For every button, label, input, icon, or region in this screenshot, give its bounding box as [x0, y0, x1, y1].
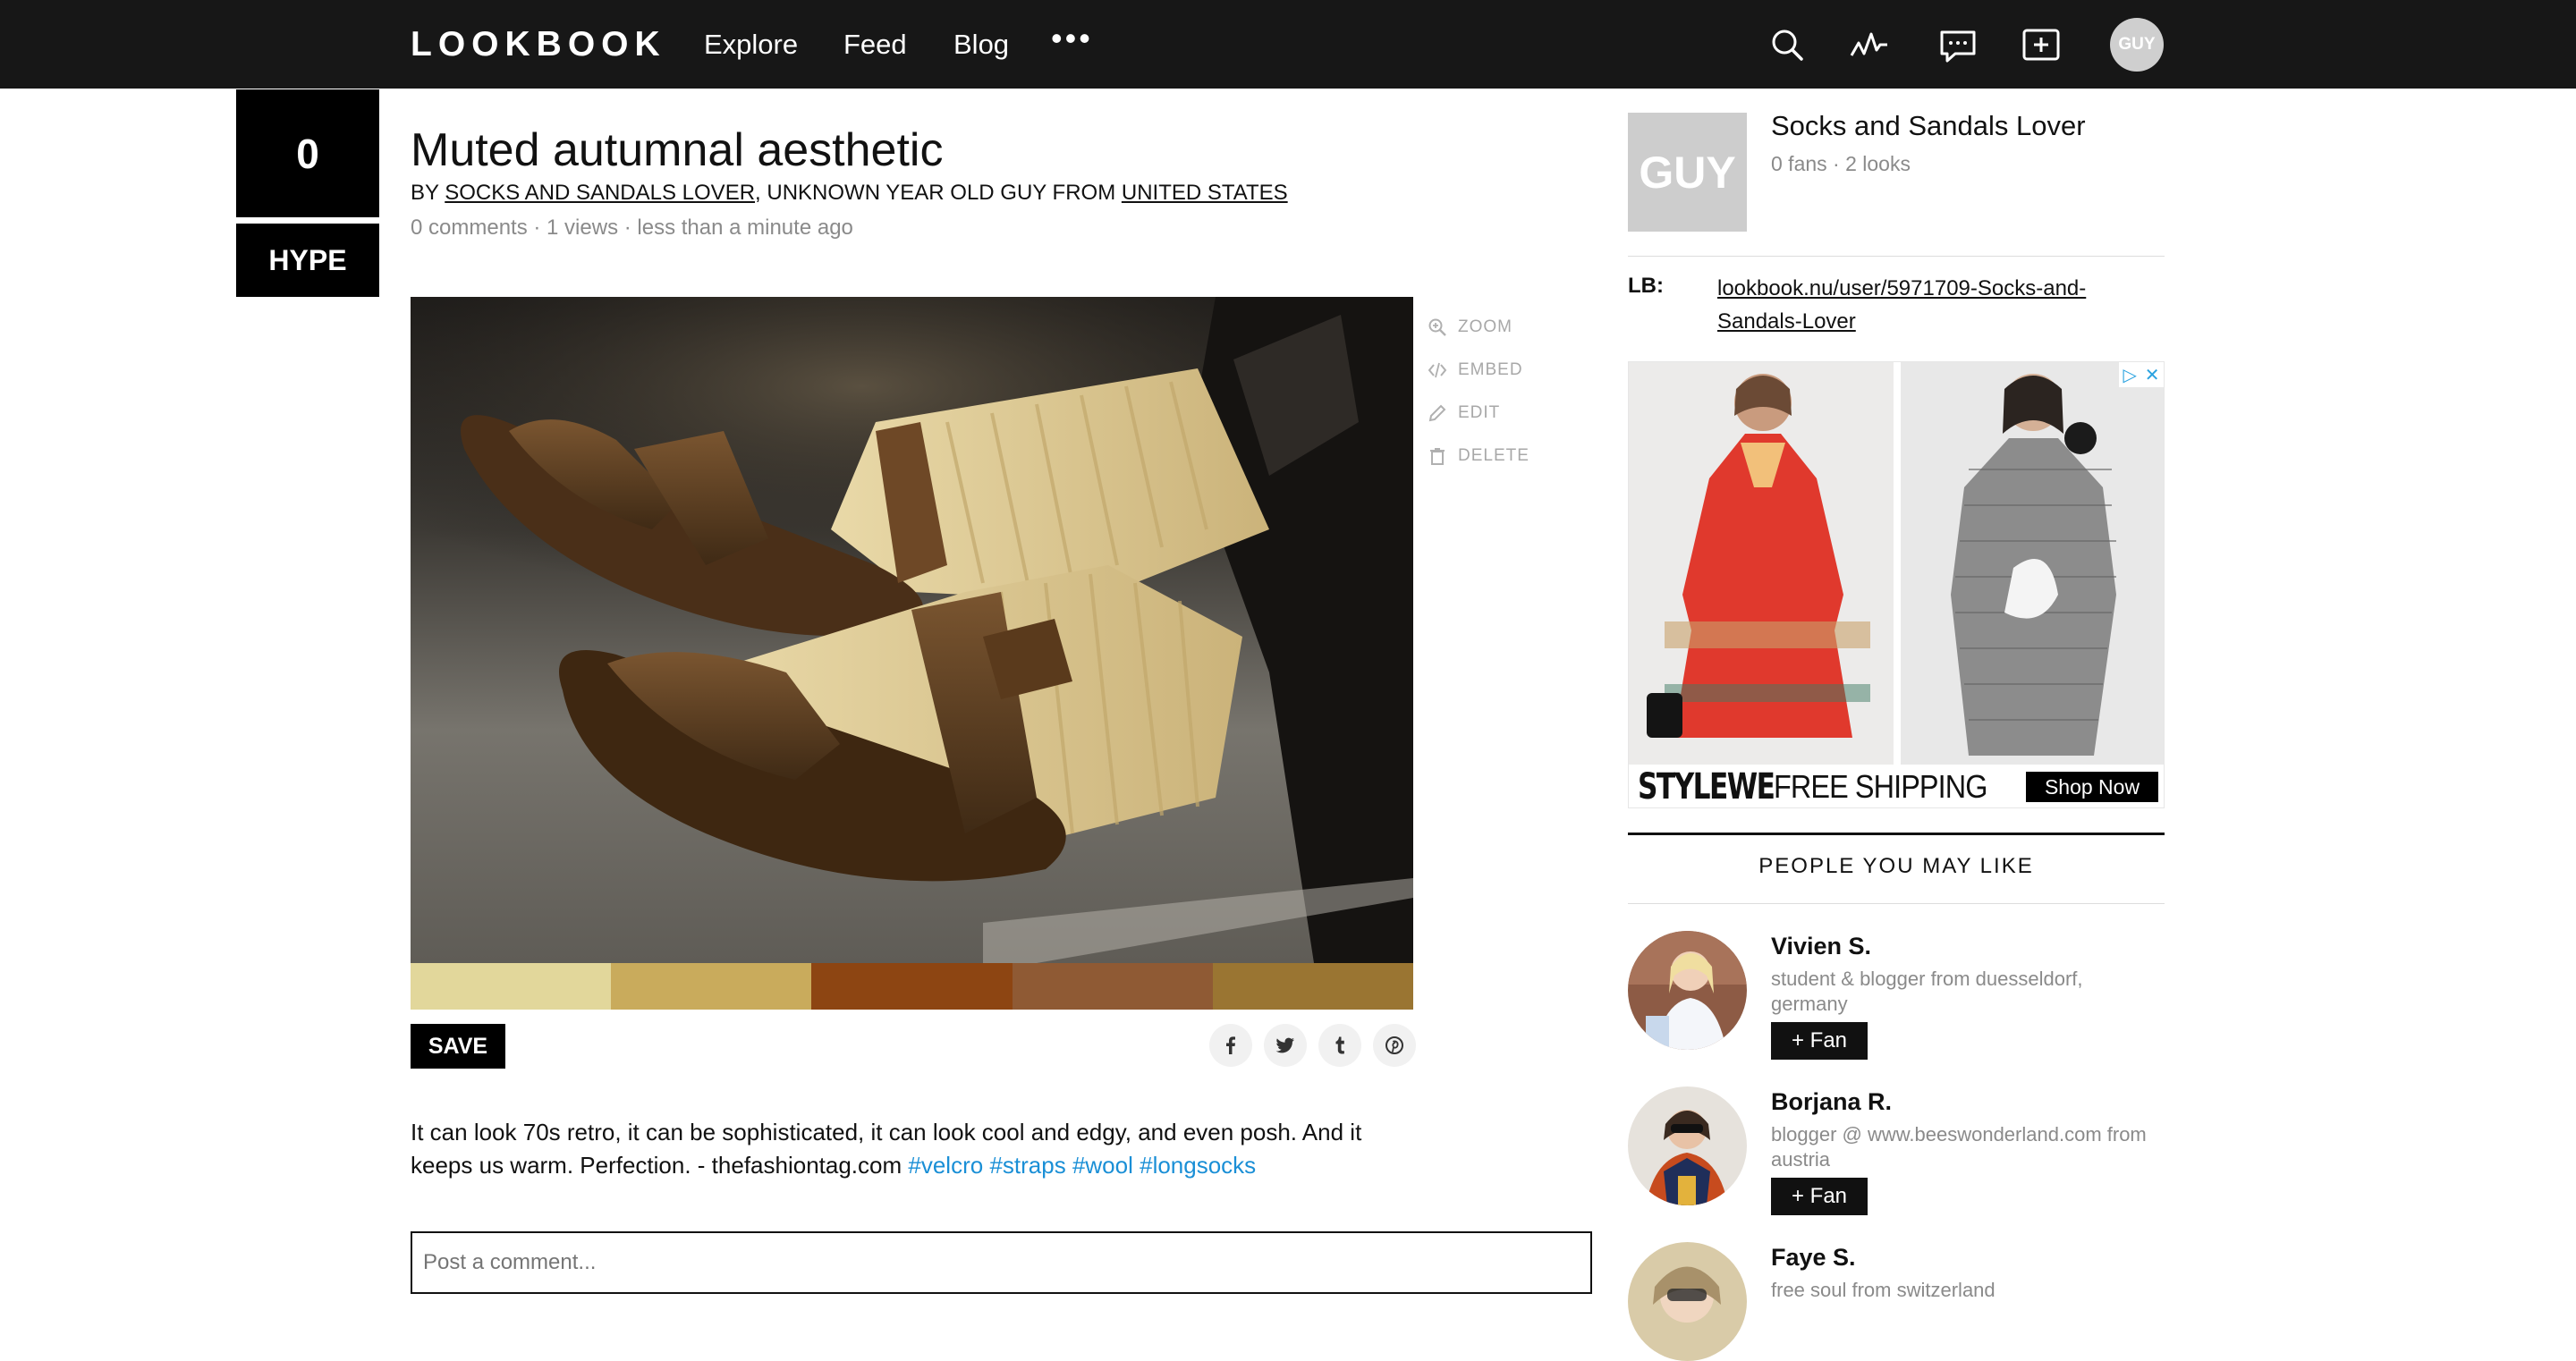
- ad-close-icon[interactable]: ✕: [2145, 364, 2160, 386]
- add-look-icon[interactable]: [2021, 25, 2062, 66]
- person-name[interactable]: Vivien S.: [1771, 933, 1871, 960]
- fan-button[interactable]: + Fan: [1771, 1022, 1868, 1060]
- hashtag-link[interactable]: #velcro: [908, 1152, 983, 1179]
- look-byline: BY SOCKS AND SANDALS LOVER, UNKNOWN YEAR…: [411, 181, 1288, 206]
- person-bio: free soul from switzerland: [1771, 1279, 1996, 1301]
- palette-swatch[interactable]: [411, 963, 612, 1010]
- nav-feed-link[interactable]: Feed: [843, 29, 907, 61]
- people-heading: PEOPLE YOU MAY LIKE: [1758, 854, 2034, 878]
- palette-swatch[interactable]: [1212, 963, 1414, 1010]
- person-bio: student & blogger from duesseldorf, germ…: [1771, 968, 2083, 1015]
- photo-actions: ZOOM EMBED EDIT DELETE: [1428, 306, 1530, 478]
- fan-button[interactable]: + Fan: [1771, 1178, 1868, 1215]
- embed-label: EMBED: [1458, 360, 1523, 379]
- lb-label: LB:: [1628, 274, 1664, 298]
- palette-swatch[interactable]: [811, 963, 1013, 1010]
- ad-image: [1629, 362, 2164, 765]
- look-description: It can look 70s retro, it can be sophist…: [411, 1116, 1421, 1182]
- search-icon[interactable]: [1767, 25, 1809, 66]
- palette-swatch[interactable]: [611, 963, 812, 1010]
- messages-icon[interactable]: [1937, 25, 1979, 66]
- zoom-icon: [1428, 318, 1446, 336]
- hype-count: 0: [236, 89, 379, 217]
- avatar[interactable]: [1628, 1242, 1747, 1361]
- person-name[interactable]: Borjana R.: [1771, 1088, 1892, 1116]
- embed-icon: [1428, 362, 1447, 378]
- color-palette: [411, 963, 1414, 1010]
- hashtag-link[interactable]: #wool: [1072, 1152, 1133, 1179]
- zoom-label: ZOOM: [1458, 317, 1513, 336]
- pencil-icon: [1428, 404, 1446, 422]
- avatar[interactable]: [1628, 931, 1747, 1050]
- lookbook-logo[interactable]: LOOKBOOK: [411, 25, 666, 64]
- byline-prefix: BY: [411, 181, 445, 205]
- byline-middle: , UNKNOWN YEAR OLD GUY FROM: [755, 181, 1122, 205]
- delete-action[interactable]: DELETE: [1428, 435, 1530, 478]
- nav-blog-link[interactable]: Blog: [953, 29, 1009, 61]
- ad-info-icon[interactable]: ▷: [2123, 364, 2136, 386]
- ad-banner: STYLEWE FREE SHIPPING Shop Now: [1629, 765, 2164, 807]
- look-meta: 0 comments · 1 views · less than a minut…: [411, 216, 853, 240]
- activity-icon[interactable]: [1849, 25, 1890, 66]
- look-title: Muted autumnal aesthetic: [411, 124, 944, 176]
- country-link[interactable]: UNITED STATES: [1122, 181, 1288, 205]
- hashtag-link[interactable]: #straps: [989, 1152, 1065, 1179]
- hashtag-link[interactable]: #longsocks: [1140, 1152, 1256, 1179]
- ad-brand: STYLEWE: [1638, 766, 1775, 807]
- divider: [1628, 256, 2165, 257]
- zoom-action[interactable]: ZOOM: [1428, 306, 1530, 349]
- save-button[interactable]: SAVE: [411, 1024, 505, 1069]
- top-navigation-bar: LOOKBOOK Explore Feed Blog ••• GUY: [0, 0, 2576, 89]
- ad-shop-now-button[interactable]: Shop Now: [2026, 772, 2158, 802]
- author-link[interactable]: SOCKS AND SANDALS LOVER: [445, 181, 755, 205]
- person-name[interactable]: Faye S.: [1771, 1244, 1856, 1272]
- pinterest-icon[interactable]: [1373, 1024, 1416, 1067]
- delete-label: DELETE: [1458, 446, 1530, 465]
- edit-action[interactable]: EDIT: [1428, 392, 1530, 435]
- embed-action[interactable]: EMBED: [1428, 349, 1530, 392]
- advertisement[interactable]: ▷ ✕ STYLEWE FREE SHIPPING Shop Now: [1628, 361, 2165, 808]
- edit-label: EDIT: [1458, 403, 1501, 422]
- comment-input[interactable]: [411, 1231, 1592, 1294]
- palette-swatch[interactable]: [1012, 963, 1213, 1010]
- profile-url-link[interactable]: lookbook.nu/user/5971709-Socks-and-Sanda…: [1717, 272, 2138, 338]
- user-avatar[interactable]: GUY: [2110, 18, 2164, 72]
- twitter-icon[interactable]: [1264, 1024, 1307, 1067]
- more-menu-icon[interactable]: •••: [1051, 20, 1093, 57]
- ad-headline: FREE SHIPPING: [1774, 768, 1987, 805]
- nav-explore-link[interactable]: Explore: [704, 29, 798, 61]
- divider: [1628, 903, 2165, 904]
- facebook-icon[interactable]: [1209, 1024, 1252, 1067]
- profile-name[interactable]: Socks and Sandals Lover: [1771, 110, 2086, 142]
- hype-button[interactable]: HYPE: [236, 224, 379, 297]
- ad-choices[interactable]: ▷ ✕: [2119, 362, 2164, 387]
- profile-stats: 0 fans · 2 looks: [1771, 152, 1911, 175]
- profile-avatar[interactable]: GUY: [1628, 113, 1747, 232]
- person-bio: blogger @ www.beeswonderland.com from au…: [1771, 1123, 2147, 1171]
- look-photo[interactable]: [411, 297, 1413, 963]
- trash-icon: [1430, 448, 1445, 465]
- divider: [1628, 833, 2165, 835]
- avatar[interactable]: [1628, 1086, 1747, 1205]
- share-buttons: [1209, 1024, 1416, 1067]
- tumblr-icon[interactable]: [1318, 1024, 1361, 1067]
- look-photo-image: [411, 297, 1413, 963]
